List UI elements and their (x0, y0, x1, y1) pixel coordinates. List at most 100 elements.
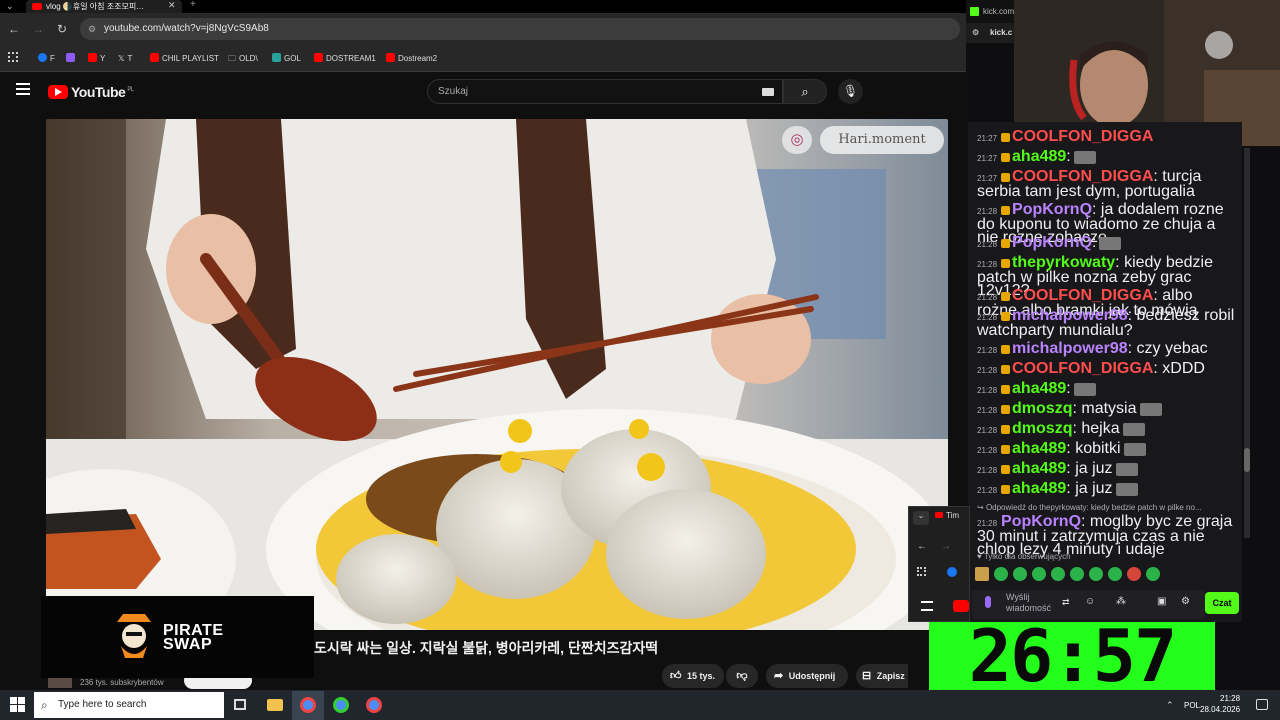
chat-message[interactable]: 21:28 PopKornQ: (977, 234, 1235, 251)
chat-emote-icon (1115, 463, 1138, 476)
bookmark-y[interactable]: Y (88, 52, 105, 65)
mini-apps-icon[interactable] (917, 567, 926, 576)
chat-username[interactable]: aha489 (1012, 480, 1066, 497)
chat-username[interactable]: aha489 (1012, 380, 1066, 397)
kick-tab[interactable]: kick.com (966, 0, 1014, 23)
chat-username[interactable]: COOLFON_DIGGA (1012, 128, 1153, 145)
taskbar-search-input[interactable]: ⌕ Type here to search (34, 692, 224, 718)
voice-search-button[interactable]: 🎙 (838, 79, 863, 104)
reload-icon[interactable]: ↻ (54, 21, 70, 37)
file-explorer-icon[interactable] (267, 699, 283, 711)
video-player[interactable] (46, 119, 948, 630)
emote-bar[interactable] (975, 567, 1165, 583)
chat-message[interactable]: 21:28 michalpower98: bedziesz robil watch… (977, 308, 1235, 339)
video-title: 도시락 싸는 일상. 지락실 불닭, 병아리카레, 단짠치즈감자떡 (314, 640, 659, 656)
emote-icon[interactable] (975, 567, 989, 581)
bookmark-twitch[interactable] (66, 52, 78, 65)
emoji-icon[interactable]: ☺ (1085, 596, 1095, 607)
chat-message[interactable]: 21:28 aha489: ja juz (977, 460, 1235, 477)
mini-menu-icon[interactable] (921, 601, 933, 611)
tray-chevron-icon[interactable]: ⌃ (1166, 700, 1174, 711)
back-icon[interactable]: ← (6, 21, 22, 37)
tab-menu-icon[interactable]: ⌄ (6, 1, 14, 12)
bookmark-chil-playlist[interactable]: CHIL PLAYLIST (150, 52, 219, 65)
kick-address-bar[interactable]: ⚙ kick.c (966, 23, 1014, 43)
chat-badge-icon (1001, 365, 1011, 374)
translate-icon[interactable]: ⇄ (1062, 597, 1070, 608)
emote-icon[interactable] (1089, 567, 1103, 581)
windows-start-icon[interactable] (10, 697, 26, 713)
search-button[interactable]: ⌕ (783, 79, 827, 104)
mini-back-icon[interactable]: ← (917, 541, 927, 552)
chat-timestamp: 21:28 (977, 293, 998, 302)
chat-message[interactable]: 21:27 COOLFON_DIGGA (977, 128, 1235, 145)
gift-icon[interactable]: ▣ (1157, 596, 1166, 607)
save-button[interactable]: ⊟ Zapisz (856, 664, 908, 688)
chat-message[interactable]: 21:27 COOLFON_DIGGA: turcja serbia tam je… (977, 169, 1235, 200)
like-button[interactable]: 👍︎ 15 tys. (662, 664, 724, 688)
microphone-icon[interactable] (985, 596, 991, 608)
chat-username[interactable]: dmoszq (1012, 400, 1072, 417)
chrome-icon[interactable] (333, 697, 349, 713)
share-button[interactable]: ➦ Udostępnij (766, 664, 848, 688)
settings-icon[interactable]: ⚙ (1181, 596, 1190, 607)
mini-browser-window[interactable]: ⌄ Tim ← → (908, 506, 970, 622)
hamburger-menu-icon[interactable] (16, 83, 30, 95)
emote-icon[interactable] (1146, 567, 1160, 581)
chrome-icon[interactable] (300, 697, 316, 713)
chat-message[interactable]: 21:28 michalpower98: czy yebac (977, 340, 1235, 357)
mini-tab[interactable]: Tim (935, 511, 959, 520)
new-tab-icon[interactable]: + (190, 0, 196, 10)
task-view-icon[interactable] (234, 699, 246, 710)
chat-message[interactable]: 21:28 aha489: kobitki (977, 440, 1235, 457)
community-icon[interactable]: ⁂ (1116, 596, 1126, 607)
emote-icon[interactable] (994, 567, 1008, 581)
bookmark-gol[interactable]: GOL (272, 52, 301, 65)
language-indicator[interactable]: POL (1184, 701, 1200, 710)
keyboard-icon[interactable] (762, 88, 774, 96)
chat-message[interactable]: 21:28 dmoszq: hejka (977, 420, 1235, 437)
chat-username[interactable]: COOLFON_DIGGA (1012, 360, 1153, 377)
emote-icon[interactable] (1013, 567, 1027, 581)
bookmark-dostream2[interactable]: Dostream2 (386, 52, 437, 65)
chat-message[interactable]: 21:28 aha489: (977, 380, 1235, 397)
apps-grid-icon[interactable] (8, 52, 18, 62)
send-chat-button[interactable]: Czat (1205, 592, 1239, 614)
site-info-icon[interactable]: ⚙ (88, 18, 96, 40)
bookmark-f[interactable]: F (38, 52, 55, 65)
bookmark-dostream1[interactable]: DOSTREAM1 (314, 52, 376, 65)
taskbar-clock[interactable]: 21:28 28.04.2026 (1200, 693, 1240, 715)
youtube-search-input[interactable]: Szukaj (427, 79, 783, 104)
reply-hint[interactable]: ↪ Odpowiedź do thepyrkowaty: kiedy bedzi… (977, 503, 1202, 512)
emote-icon[interactable] (1032, 567, 1046, 581)
chat-message[interactable]: 21:28 aha489: ja juz (977, 480, 1235, 497)
youtube-logo[interactable]: YouTube PL (48, 84, 134, 100)
forward-icon[interactable]: → (30, 21, 46, 37)
chrome-icon[interactable] (366, 697, 382, 713)
emote-icon[interactable] (1127, 567, 1141, 581)
chat-username[interactable]: aha489 (1012, 440, 1066, 457)
chat-scrollbar[interactable] (1244, 148, 1250, 538)
emote-icon[interactable] (1108, 567, 1122, 581)
chat-emote-icon (1115, 483, 1138, 496)
chat-reply-message[interactable]: 21:28 PopKornQ: moglby byc ze graja 30 mi… (977, 514, 1235, 558)
bookmark-old[interactable]: 🗀 OLD\ (228, 52, 258, 65)
emote-icon[interactable] (1051, 567, 1065, 581)
dislike-button[interactable]: 👎︎ (726, 664, 758, 688)
mini-forward-icon[interactable]: → (941, 541, 951, 552)
bookmark-t[interactable]: 𝕏T (118, 52, 132, 65)
chat-username[interactable]: michalpower98 (1012, 340, 1128, 357)
tab-close-icon[interactable]: ✕ (168, 0, 176, 11)
chat-username[interactable]: aha489 (1012, 460, 1066, 477)
address-bar[interactable]: ⚙ youtube.com/watch?v=j8NgVcS9Ab8 (80, 18, 960, 40)
emote-icon[interactable] (1070, 567, 1084, 581)
notification-icon[interactable] (1256, 699, 1268, 710)
chat-username[interactable]: aha489 (1012, 148, 1066, 165)
browser-tab[interactable]: vlog 🌗휴일 아침 조조모피… (26, 0, 182, 13)
chat-message[interactable]: 21:28 dmoszq: matysia (977, 400, 1235, 417)
chat-message[interactable]: 21:27 aha489: (977, 148, 1235, 165)
chat-username[interactable]: PopKornQ (1012, 234, 1092, 251)
chat-username[interactable]: dmoszq (1012, 420, 1072, 437)
chat-message[interactable]: 21:28 COOLFON_DIGGA: xDDD (977, 360, 1235, 377)
mini-tab-menu-icon[interactable]: ⌄ (913, 511, 929, 525)
